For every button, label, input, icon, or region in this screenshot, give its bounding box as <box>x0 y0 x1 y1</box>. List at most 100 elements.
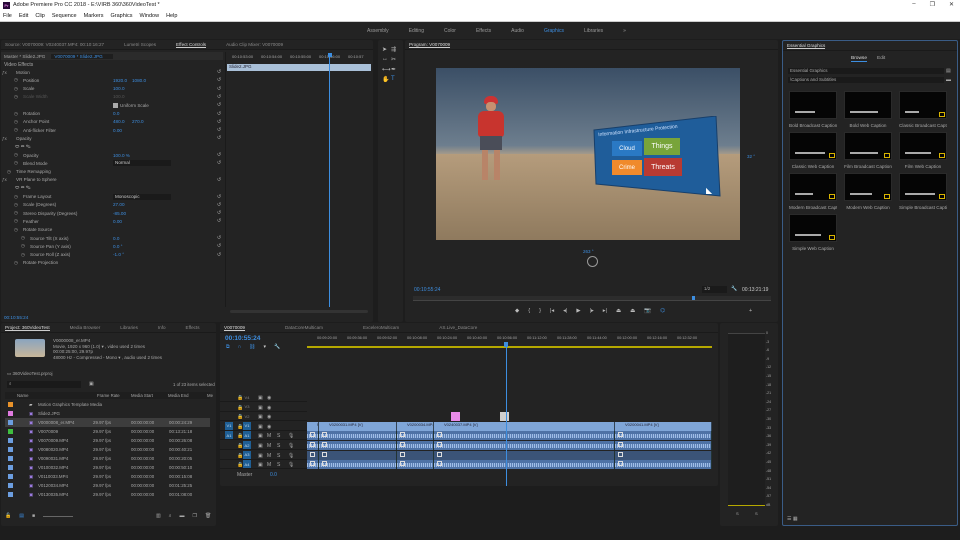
project-item[interactable]: ▣ V0130035.MP4 29.97 fps 00:00:00:00 00:01:0… <box>5 490 210 499</box>
work-area-bar[interactable] <box>307 346 712 348</box>
icon-view-button[interactable]: ■ <box>32 513 35 519</box>
graphics-template[interactable]: Simple Web Caption <box>789 214 837 251</box>
track-lane[interactable] <box>307 450 712 460</box>
reset-icon[interactable]: ↺ <box>217 177 221 183</box>
project-item[interactable]: ▰ Motion Graphics Template Media <box>5 400 210 409</box>
property-value[interactable]: -85.00 <box>113 211 126 216</box>
vr-video-button[interactable]: ⌬ <box>660 308 665 314</box>
project-tab-0[interactable]: Project: 360VideoTest <box>5 325 50 331</box>
track-lane[interactable] <box>307 393 712 402</box>
sequence-tab-3[interactable]: AS.Live_DataCore <box>439 325 477 330</box>
zoom-scrollbar[interactable] <box>230 310 368 313</box>
search-input[interactable]: ⌕ <box>7 381 81 388</box>
reset-icon[interactable]: ↺ <box>217 94 221 100</box>
nest-icon[interactable]: ⧉ <box>226 344 230 350</box>
reset-icon[interactable]: ↺ <box>217 218 221 224</box>
graphic-clip[interactable] <box>500 412 509 422</box>
track-lane[interactable] <box>307 403 712 412</box>
column-header[interactable]: Me <box>207 393 213 398</box>
export-frame-button[interactable]: 📷 <box>644 308 651 314</box>
zoom-select[interactable]: 1/2 <box>702 286 727 293</box>
mute-button[interactable]: ▣ <box>258 433 263 439</box>
solo-button[interactable]: S <box>277 453 280 459</box>
source-tab-3[interactable]: Audio Clip Mixer: V0070009 <box>226 42 283 47</box>
menu-clip[interactable]: Clip <box>35 13 44 19</box>
stopwatch-icon[interactable]: ◷ <box>14 260 18 266</box>
audio-clip[interactable] <box>397 441 434 450</box>
reset-icon[interactable]: ↺ <box>217 127 221 133</box>
eye-icon[interactable]: ◉ <box>267 424 271 430</box>
workspace-color[interactable]: Color <box>444 28 456 34</box>
slip-tool-icon[interactable]: ⟷ <box>382 66 391 73</box>
project-item[interactable]: ▣ V0110033.MP4 29.97 fps 00:00:00:00 00:00:1… <box>5 472 210 481</box>
solo-right-button[interactable]: S <box>755 511 758 516</box>
solo-button[interactable]: S <box>277 443 280 449</box>
solo-button[interactable]: M <box>267 443 271 449</box>
property-value[interactable]: 1920.0 <box>113 78 127 83</box>
reset-icon[interactable]: ↺ <box>217 102 221 108</box>
list-view-button[interactable]: ▤ <box>19 513 24 519</box>
go-to-out-button[interactable]: ▸| <box>603 308 607 314</box>
audio-clip[interactable] <box>615 450 712 460</box>
reset-icon[interactable]: ↺ <box>217 194 221 200</box>
close-button[interactable]: ✕ <box>949 1 954 8</box>
clip-selector[interactable]: V0070009 * Slide2.JPG <box>51 53 113 59</box>
video-clip[interactable]: MP4 [V] <box>307 421 319 431</box>
linked-selection-icon[interactable]: ⛓ <box>249 344 255 350</box>
voiceover-mic-icon[interactable]: 🎙 <box>288 443 294 449</box>
graphics-template[interactable]: Modern Web Caption <box>844 173 892 210</box>
trash-icon[interactable]: 🗑 <box>205 513 211 519</box>
audio-clip[interactable] <box>319 431 397 441</box>
video-clip[interactable]: V0240037.MP4 [V] <box>434 421 615 431</box>
audio-clip[interactable] <box>307 450 319 460</box>
audio-clip[interactable] <box>319 441 397 450</box>
program-time-ruler[interactable] <box>413 296 771 301</box>
property-value[interactable]: 100.0 % <box>113 153 130 158</box>
folder-icon[interactable]: ▬ <box>946 77 951 83</box>
effect-controls-timeline[interactable]: 00:10:53:00 00:10:54:00 00:10:55:00 00:10:5… <box>225 52 371 313</box>
reset-icon[interactable]: ↺ <box>217 202 221 208</box>
stopwatch-icon[interactable]: ◷ <box>14 77 18 83</box>
reset-icon[interactable]: ↺ <box>217 86 221 92</box>
audio-clip[interactable] <box>615 431 712 441</box>
stopwatch-icon[interactable]: ◷ <box>14 94 18 100</box>
pen-tool-icon[interactable]: ✒ <box>391 66 400 73</box>
voiceover-mic-icon[interactable]: 🎙 <box>288 462 294 468</box>
workspace-overflow-button[interactable]: » <box>623 28 626 34</box>
audio-clip[interactable] <box>434 460 615 470</box>
playhead-handle[interactable] <box>328 53 332 57</box>
menu-graphics[interactable]: Graphics <box>111 13 133 19</box>
sync-lock-icon[interactable]: ▣ <box>258 405 263 411</box>
reset-icon[interactable]: ↺ <box>217 243 221 249</box>
stopwatch-icon[interactable]: ◷ <box>21 252 25 258</box>
project-tab-4[interactable]: Effects <box>186 325 200 330</box>
audio-clip[interactable] <box>307 441 319 450</box>
property-value[interactable]: 27.00 <box>113 202 125 207</box>
source-tab-0[interactable]: Source: V0070009: V0240037.MP4: 00:10:16… <box>5 42 104 47</box>
audio-clip[interactable] <box>397 450 434 460</box>
play-button[interactable]: ▶ <box>576 308 580 314</box>
reset-icon[interactable]: ↺ <box>217 135 221 141</box>
audio-clip[interactable] <box>319 450 397 460</box>
workspace-audio[interactable]: Audio <box>511 28 524 34</box>
project-item[interactable]: ▣ Slide2.JPG <box>5 409 210 418</box>
stopwatch-icon[interactable]: ◷ <box>21 243 25 249</box>
timeline-settings-icon[interactable]: 🔧 <box>274 344 280 350</box>
column-header[interactable]: Media Start <box>131 393 153 398</box>
solo-button[interactable]: M <box>267 462 271 468</box>
column-header[interactable]: Media End <box>168 393 189 398</box>
stopwatch-icon[interactable]: ◷ <box>7 169 11 175</box>
project-item[interactable]: ▣ V0070009 29.97 fps 00:00:00:00 00:13:21:18 <box>5 427 210 436</box>
eye-icon[interactable]: ◉ <box>267 395 271 401</box>
track-target-button[interactable]: A2 <box>243 441 251 449</box>
hand-tool-icon[interactable]: ✋ <box>382 76 391 83</box>
menu-file[interactable]: File <box>3 13 12 19</box>
solo-button[interactable]: S <box>277 433 280 439</box>
stopwatch-icon[interactable]: ◷ <box>14 119 18 125</box>
solo-button[interactable]: M <box>267 453 271 459</box>
timeline-timecode[interactable]: 00:10:55:24 <box>225 335 260 342</box>
menu-sequence[interactable]: Sequence <box>52 13 77 19</box>
track-target-button[interactable]: V2 <box>243 412 251 420</box>
project-item[interactable]: ▣ V0100032.MP4 29.97 fps 00:00:00:00 00:00:5… <box>5 463 210 472</box>
property-value[interactable]: 100.0 <box>113 86 125 91</box>
